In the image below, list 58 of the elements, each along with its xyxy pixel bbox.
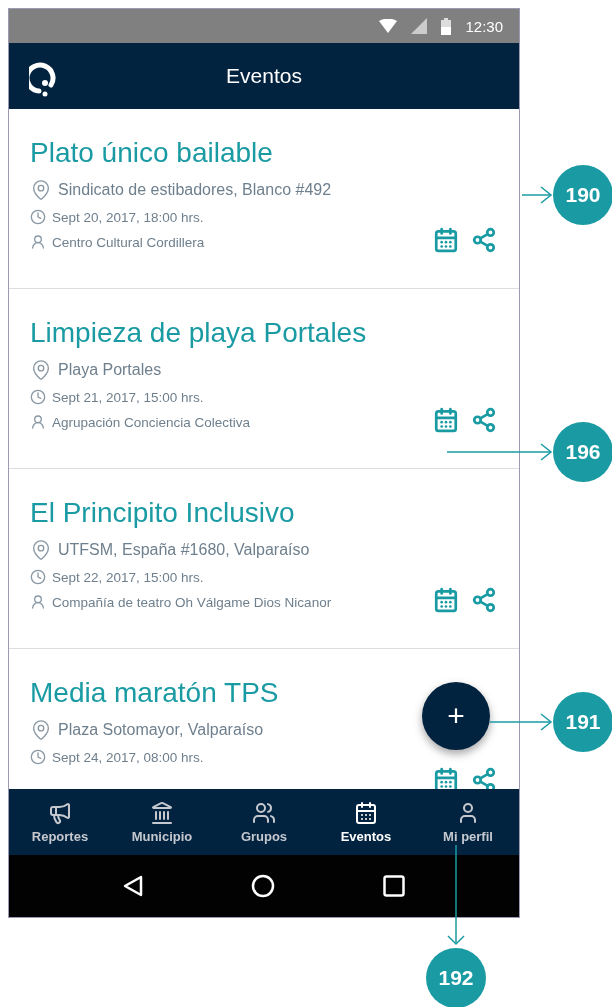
person-icon — [30, 414, 46, 430]
nav-tab[interactable]: Mi perfil — [417, 789, 519, 855]
location-pin-icon — [30, 179, 52, 201]
location-pin-icon — [30, 719, 52, 741]
clock-time: 12:30 — [465, 17, 503, 35]
event-date: Sept 21, 2017, 15:00 hrs. — [52, 389, 204, 405]
calendar-icon[interactable] — [433, 227, 459, 253]
battery-icon — [441, 17, 452, 35]
callout-number: 191 — [553, 692, 612, 752]
event-card[interactable]: Limpieza de playa Portales Playa Portales Sept 21, 2017, 15:00 hrs. Agrupación Conciencia Colectiva — [9, 289, 519, 469]
location-pin-icon — [30, 539, 52, 561]
wifi-icon — [379, 19, 398, 33]
person-icon — [30, 594, 46, 610]
event-place: Sindicato de estibadores, Blanco #492 — [58, 181, 332, 199]
event-organizer: Compañía de teatro Oh Válgame Dios Nicanor — [52, 594, 332, 610]
callout-number: 196 — [553, 422, 612, 482]
clock-icon — [30, 209, 46, 225]
screen-title: Eventos — [226, 64, 302, 88]
nav-tab[interactable]: Grupos — [213, 789, 315, 855]
calendar-icon — [354, 800, 378, 825]
calendar-icon[interactable] — [433, 407, 459, 433]
event-date: Sept 20, 2017, 18:00 hrs. — [52, 209, 204, 225]
event-date: Sept 24, 2017, 08:00 hrs. — [52, 749, 204, 765]
clock-icon — [30, 749, 46, 765]
event-organizer: Centro Cultural Cordillera — [52, 234, 205, 250]
signal-icon — [411, 18, 428, 34]
callout-number: 192 — [426, 948, 486, 1007]
nav-tab[interactable]: Municipio — [111, 789, 213, 855]
event-place: UTFSM, España #1680, Valparaíso — [58, 541, 310, 559]
event-card[interactable]: Plato único bailable Sindicato de estibadores, Blanco #492 Sept 20, 2017, 18:00 hrs. Centro Cultural Cordillera — [9, 109, 519, 289]
callout-number: 190 — [553, 165, 612, 225]
event-title: Limpieza de playa Portales — [30, 317, 368, 349]
location-pin-icon — [30, 359, 52, 381]
back-icon[interactable] — [123, 875, 143, 897]
share-icon[interactable] — [471, 767, 497, 789]
event-title: El Principito Inclusivo — [30, 497, 296, 529]
home-icon[interactable] — [251, 874, 275, 898]
clock-icon — [30, 569, 46, 585]
share-icon[interactable] — [471, 587, 497, 613]
event-date: Sept 22, 2017, 15:00 hrs. — [52, 569, 204, 585]
nav-tab[interactable]: Reportes — [9, 789, 111, 855]
event-title: Plato único bailable — [30, 137, 274, 169]
event-place: Plaza Sotomayor, Valparaíso — [58, 721, 264, 739]
person-icon — [30, 234, 46, 250]
share-icon[interactable] — [471, 227, 497, 253]
event-place: Playa Portales — [58, 361, 162, 379]
calendar-icon[interactable] — [433, 587, 459, 613]
clock-icon — [30, 389, 46, 405]
event-organizer: Agrupación Conciencia Colectiva — [52, 414, 251, 430]
calendar-icon[interactable] — [433, 767, 459, 789]
megaphone-icon — [48, 800, 72, 825]
building-icon — [150, 800, 174, 825]
square-icon[interactable] — [383, 875, 405, 897]
event-title: Media maratón TPS — [30, 677, 280, 709]
event-card[interactable]: El Principito Inclusivo UTFSM, España #1680, Valparaíso Sept 22, 2017, 15:00 hrs. Compañía de teatro Oh Válgame Dios Nicanor — [9, 469, 519, 649]
nav-tab[interactable]: Eventos — [315, 789, 417, 855]
share-icon[interactable] — [471, 407, 497, 433]
group-icon — [252, 800, 276, 825]
